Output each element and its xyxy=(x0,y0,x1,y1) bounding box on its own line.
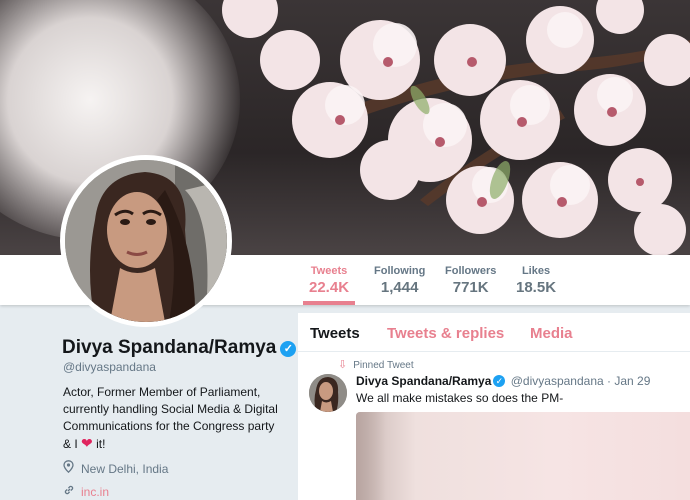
bio-line: Actor, Former Member of Parliament, xyxy=(63,385,261,399)
stat-label: Tweets xyxy=(310,265,348,277)
tweet-header: Divya Spandana/Ramya ✓ @divyaspandana · J… xyxy=(356,374,650,388)
pin-icon: ⇩ xyxy=(338,359,348,371)
profile-name[interactable]: Divya Spandana/Ramya ✓ xyxy=(62,337,297,359)
stat-value: 1,444 xyxy=(380,279,419,296)
link-icon xyxy=(63,484,79,499)
tweet-author-handle[interactable]: @divyaspandana xyxy=(511,374,604,388)
avatar-photo xyxy=(65,160,227,322)
bio-end-suffix: it! xyxy=(96,437,106,451)
verified-badge-icon: ✓ xyxy=(493,375,506,387)
bio-end-prefix: & I xyxy=(63,437,78,451)
pinned-tweet-label: ⇩ Pinned Tweet xyxy=(338,358,414,371)
profile-name-text: Divya Spandana/Ramya xyxy=(62,337,277,358)
stat-label: Following xyxy=(374,265,426,277)
stat-value: 18.5K xyxy=(516,279,557,296)
stat-likes[interactable]: Likes 18.5K xyxy=(516,265,556,296)
tweet-media-image[interactable] xyxy=(356,412,690,500)
location-pin-icon xyxy=(63,460,79,476)
heart-icon: ❤ xyxy=(81,435,93,451)
verified-badge-icon: ✓ xyxy=(280,341,297,357)
stat-value: 771K xyxy=(452,279,489,296)
pinned-text: Pinned Tweet xyxy=(353,360,414,371)
tab-media[interactable]: Media xyxy=(530,325,573,342)
profile-location: New Delhi, India xyxy=(63,460,168,476)
tab-tweets[interactable]: Tweets xyxy=(310,325,360,342)
location-text: New Delhi, India xyxy=(81,462,169,476)
bio-line-end: & I ❤ it! xyxy=(63,435,288,453)
profile-handle[interactable]: @divyaspandana xyxy=(63,360,156,374)
profile-website[interactable]: inc.in xyxy=(63,484,109,499)
bio-line: Communications for the Congress party xyxy=(63,419,275,433)
stat-label: Likes xyxy=(521,265,551,277)
tab-tweets-replies[interactable]: Tweets & replies xyxy=(387,325,504,342)
tweet-avatar[interactable] xyxy=(309,374,347,412)
tweet-separator: · xyxy=(607,374,612,388)
tweet-text: We all make mistakes so does the PM- xyxy=(356,391,564,405)
timeline-tabs: Tweets Tweets & replies Media xyxy=(298,313,690,352)
tweet-avatar-photo xyxy=(309,374,347,412)
bio-line: currently handling Social Media & Digita… xyxy=(63,402,278,416)
profile-bio: Actor, Former Member of Parliament, curr… xyxy=(63,384,288,453)
stat-following[interactable]: Following 1,444 xyxy=(374,265,425,296)
stat-tweets[interactable]: Tweets 22.4K xyxy=(302,265,356,305)
stat-followers[interactable]: Followers 771K xyxy=(445,265,496,296)
website-link[interactable]: inc.in xyxy=(81,485,109,499)
stat-label: Followers xyxy=(445,265,497,277)
profile-avatar[interactable] xyxy=(60,155,232,327)
stat-value: 22.4K xyxy=(309,279,350,296)
tweet-date[interactable]: Jan 29 xyxy=(614,374,650,388)
tweet-author-name[interactable]: Divya Spandana/Ramya xyxy=(356,374,491,388)
